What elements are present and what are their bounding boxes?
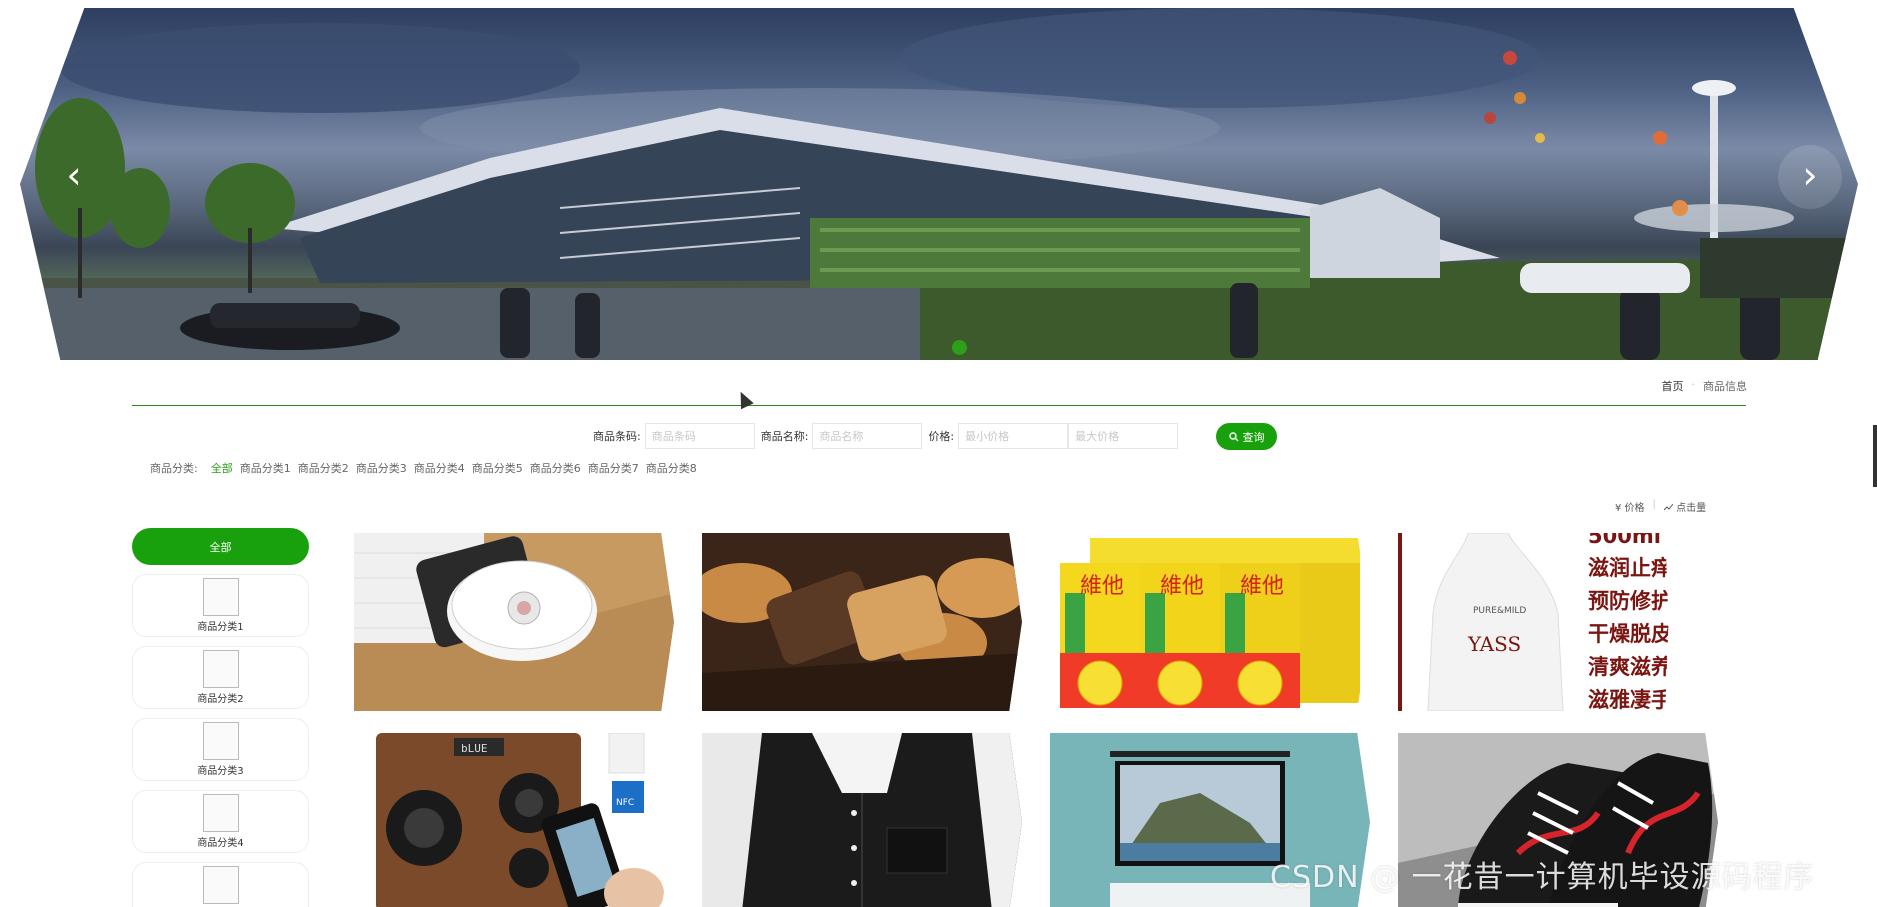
banner-prev-button[interactable]: ‹ [42, 145, 106, 209]
sidebar-item-category-3[interactable]: 商品分类3 [132, 718, 309, 781]
search-form: 商品条码: 商品名称: 价格: [593, 423, 1179, 449]
broken-image-icon [202, 578, 239, 616]
speaker-display: bLUE [461, 742, 488, 755]
search-button-label: 查询 [1242, 430, 1265, 444]
sort-by-clicks[interactable]: 点击量 [1663, 499, 1707, 514]
section-divider [132, 405, 1746, 406]
category-filter-item[interactable]: 商品分类5 [472, 460, 523, 476]
lotion-text-line: 预防修护 [1588, 589, 1672, 613]
breadcrumb-current: 商品信息 [1703, 380, 1747, 393]
search-button[interactable]: 查询 [1216, 423, 1277, 450]
sidebar-item-label: 商品分类2 [197, 694, 244, 705]
sidebar-item-category-1[interactable]: 商品分类1 [132, 574, 309, 637]
category-filter: 商品分类: 全部 商品分类1 商品分类2 商品分类3 商品分类4 商品分类5 商… [150, 460, 697, 476]
lotion-badge: PURE&MILD [1473, 606, 1526, 616]
category-filter-item[interactable]: 商品分类6 [530, 460, 581, 476]
banner-indicator-dot[interactable] [952, 340, 967, 355]
sort-separator: | [1652, 499, 1656, 510]
broken-image-icon [202, 866, 239, 904]
category-sidebar: 全部 商品分类1 商品分类2 商品分类3 商品分类4 [132, 528, 309, 907]
side-panel-handle[interactable] [1873, 425, 1877, 487]
category-filter-item[interactable]: 商品分类3 [356, 460, 407, 476]
min-price-input[interactable] [958, 423, 1069, 449]
mouse-cursor-icon [734, 388, 754, 410]
drink-brand: 維他 [1240, 574, 1284, 599]
banner-next-button[interactable]: › [1778, 145, 1842, 209]
sidebar-item-label: 商品分类4 [197, 838, 244, 849]
breadcrumb-separator: · [1691, 378, 1696, 391]
category-filter-title: 商品分类: [150, 462, 198, 475]
lotion-text-line: 500ml [1588, 533, 1661, 548]
category-filter-item[interactable]: 商品分类8 [646, 460, 697, 476]
category-filter-item[interactable]: 商品分类7 [588, 460, 639, 476]
lotion-text-line: 清爽滋养 [1588, 655, 1672, 679]
sidebar-item-category-5[interactable] [132, 862, 309, 907]
category-filter-item[interactable]: 商品分类2 [298, 460, 349, 476]
sort-by-clicks-label: 点击量 [1676, 503, 1707, 514]
breadcrumb-home-link[interactable]: 首页 [1662, 378, 1684, 394]
product-card-hand-lotion[interactable]: PURE&MILD YASS 500ml 滋润止痒 预防修护 干燥脱皮 清爽滋养… [1398, 533, 1683, 711]
sort-options: ¥ 价格 | 点击量 [1615, 499, 1706, 514]
max-price-input[interactable] [1068, 423, 1179, 449]
product-card-mooncake[interactable] [702, 533, 1022, 711]
banner-image [20, 8, 1858, 360]
sidebar-item-label: 商品分类3 [197, 766, 244, 777]
trend-icon [1663, 503, 1674, 511]
product-code-label: 商品条码: [593, 430, 641, 443]
drink-brand: 維他 [1080, 574, 1124, 599]
nfc-label: NFC [616, 798, 634, 808]
product-name-label: 商品名称: [760, 430, 809, 443]
product-name-input[interactable] [812, 423, 923, 449]
lotion-text-line: 滋润止痒 [1588, 556, 1672, 580]
search-icon [1228, 431, 1238, 441]
lotion-text-line: 滋雅凄手" [1588, 688, 1683, 711]
lotion-brand: YASS [1467, 632, 1521, 656]
product-card-black-shirt[interactable] [702, 733, 1022, 907]
lotion-text-line: 干燥脱皮 [1588, 622, 1672, 646]
sort-by-price[interactable]: ¥ 价格 [1615, 499, 1645, 514]
category-filter-item[interactable]: 全部 [211, 460, 233, 476]
broken-image-icon [202, 794, 239, 832]
product-card-speaker[interactable]: bLUE NFC [354, 733, 674, 907]
sidebar-item-category-4[interactable]: 商品分类4 [132, 790, 309, 853]
category-filter-item[interactable]: 商品分类4 [414, 460, 465, 476]
product-card-vita-drink[interactable]: 維他 維他 維他 [1050, 533, 1370, 711]
sidebar-item-all[interactable]: 全部 [132, 528, 309, 565]
broken-image-icon [202, 650, 239, 688]
sidebar-item-category-2[interactable]: 商品分类2 [132, 646, 309, 709]
banner-carousel: ‹ › [0, 0, 1877, 370]
watermark-text: CSDN @ 一花昔一计算机毕设源码程序 [1270, 860, 1815, 895]
price-label: 价格: [928, 430, 955, 443]
broken-image-icon [202, 722, 239, 760]
breadcrumb: 首页 · 商品信息 [1662, 378, 1748, 394]
product-code-input[interactable] [644, 423, 755, 449]
sidebar-item-label: 商品分类1 [197, 622, 244, 633]
drink-brand: 維他 [1160, 574, 1204, 599]
product-card-robot-vacuum[interactable] [354, 533, 674, 711]
category-filter-item[interactable]: 商品分类1 [240, 460, 291, 476]
